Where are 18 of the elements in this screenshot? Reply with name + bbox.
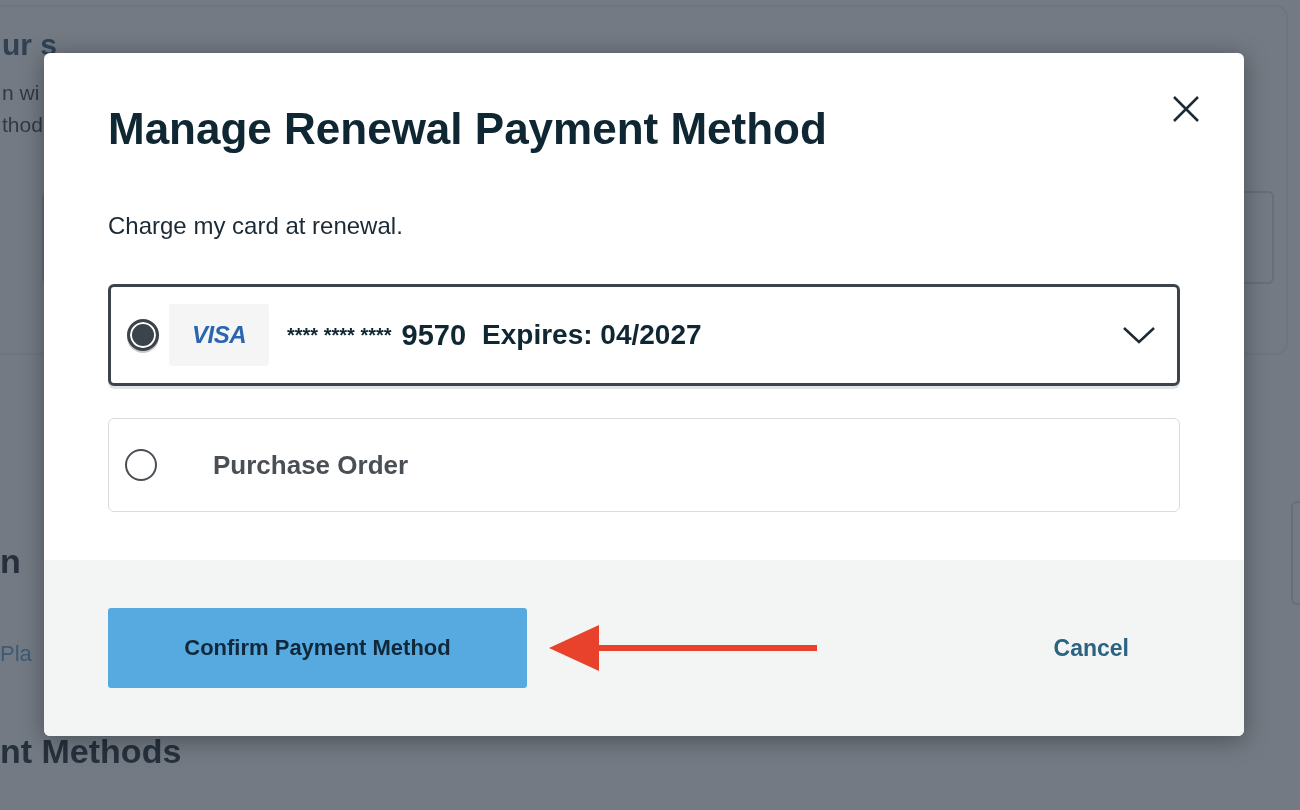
description-text: n wi xyxy=(2,80,40,106)
description-text: thod xyxy=(2,112,43,138)
card-number-mask: **** **** **** xyxy=(287,323,392,347)
card-last-digits: 9570 xyxy=(401,318,467,352)
card-expiry: Expires: 04/2027 xyxy=(482,319,702,351)
radio-button[interactable] xyxy=(127,319,159,351)
chevron-down-icon[interactable] xyxy=(1121,325,1157,345)
option-label: Purchase Order xyxy=(213,449,409,481)
cancel-link[interactable]: Cancel xyxy=(1053,634,1129,662)
confirm-button[interactable]: Confirm Payment Method xyxy=(108,608,527,688)
dialog-title: Manage Renewal Payment Method xyxy=(108,103,828,155)
payment-option[interactable]: VISA **** **** **** 9570 Expires: 04/2027 xyxy=(108,284,1180,386)
payment-option[interactable]: Purchase Order xyxy=(108,418,1180,512)
radio-button[interactable] xyxy=(125,449,157,481)
subtitle-text: Charge my card at renewal. xyxy=(108,211,404,241)
section-heading: n xyxy=(0,541,21,581)
section-heading: nt Methods xyxy=(0,731,182,771)
card-logo: VISA xyxy=(169,304,269,366)
